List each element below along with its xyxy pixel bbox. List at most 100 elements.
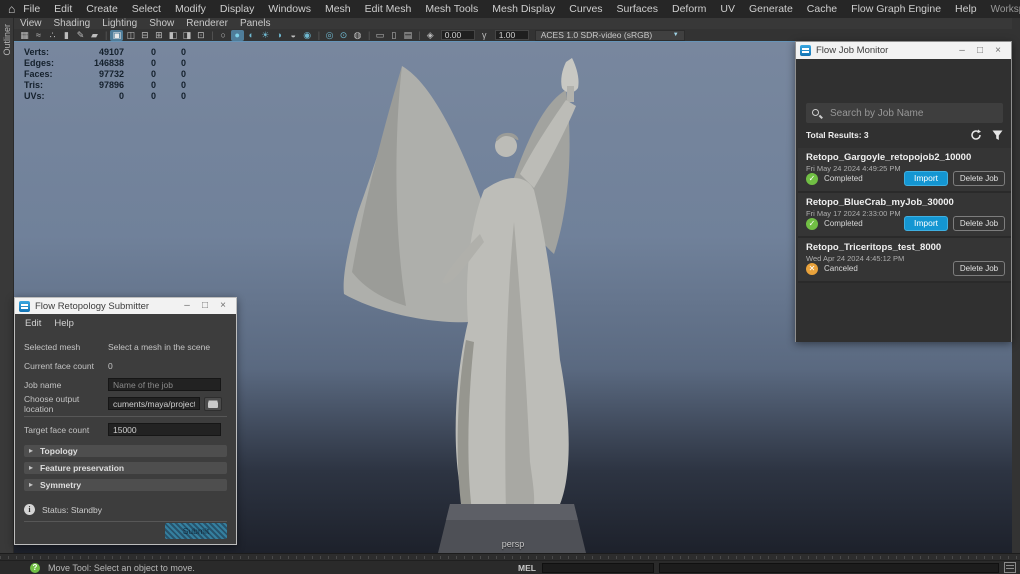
resolution-gate-icon[interactable]: ▯ <box>387 30 400 41</box>
output-location-row: Choose output location <box>15 394 236 413</box>
outliner-pane-icon[interactable]: ◧ <box>166 30 179 41</box>
mel-command-input[interactable] <box>542 563 654 573</box>
close-button[interactable]: × <box>214 298 232 314</box>
exposure-field[interactable] <box>441 30 475 40</box>
menu-edit[interactable]: Edit <box>54 3 72 15</box>
wireframe-display-icon[interactable]: ○ <box>217 30 230 41</box>
panel-menu-panels[interactable]: Panels <box>240 18 271 29</box>
menu-edit-mesh[interactable]: Edit Mesh <box>365 3 412 15</box>
xray-icon[interactable]: ◎ <box>323 30 336 41</box>
home-icon[interactable]: ⌂ <box>8 2 15 16</box>
menu-file[interactable]: File <box>23 3 40 15</box>
menu-cache[interactable]: Cache <box>807 3 837 15</box>
paint-brush-icon[interactable]: ▰ <box>88 30 101 41</box>
make-live-icon[interactable]: ▮ <box>60 30 73 41</box>
target-face-count-input[interactable] <box>108 423 221 436</box>
section-symmetry[interactable]: Symmetry <box>24 479 227 491</box>
hud-value: 0 <box>124 69 156 80</box>
panel-menu-show[interactable]: Show <box>149 18 174 29</box>
info-icon: i <box>24 504 35 515</box>
menu-select[interactable]: Select <box>132 3 161 15</box>
job-card: Retopo_BlueCrab_myJob_30000 Fri May 17 2… <box>798 193 1011 238</box>
gamma-icon[interactable]: γ <box>478 30 491 41</box>
menu-create[interactable]: Create <box>86 3 118 15</box>
panel-menu-view[interactable]: View <box>20 18 42 29</box>
refresh-icon[interactable] <box>970 129 982 141</box>
browse-folder-icon[interactable] <box>204 397 222 411</box>
menu-mesh[interactable]: Mesh <box>325 3 351 15</box>
film-gate-icon[interactable]: ▭ <box>373 30 386 41</box>
panel-menu-renderer[interactable]: Renderer <box>186 18 228 29</box>
xray-joints-icon[interactable]: ⊙ <box>337 30 350 41</box>
single-pane-layout-icon[interactable]: ▣ <box>110 30 123 41</box>
snap-grid-icon[interactable]: ▦ <box>18 30 31 41</box>
panel-menus: View Shading Lighting Show Renderer Panels <box>20 18 283 29</box>
close-button[interactable]: × <box>989 43 1007 59</box>
job-name-input[interactable] <box>108 378 221 391</box>
four-pane-layout-icon[interactable]: ⊞ <box>152 30 165 41</box>
ao-display-icon[interactable]: ◒ <box>287 30 300 41</box>
menu-deform[interactable]: Deform <box>672 3 706 15</box>
uv-editor-pane-icon[interactable]: ⊡ <box>194 30 207 41</box>
job-name: Retopo_Triceritops_test_8000 <box>806 242 1003 253</box>
two-pane-layout-icon[interactable]: ◫ <box>124 30 137 41</box>
delete-job-button[interactable]: Delete Job <box>953 216 1005 231</box>
menu-display[interactable]: Display <box>220 3 254 15</box>
time-slider-strip[interactable] <box>0 553 1020 560</box>
filter-icon[interactable] <box>992 130 1003 141</box>
script-editor-icon[interactable] <box>1004 562 1016 573</box>
hud-row: UVs:000 <box>24 91 186 102</box>
menu-mesh-tools[interactable]: Mesh Tools <box>425 3 478 15</box>
window-controls: – □ × <box>953 43 1007 59</box>
isolate-select-icon[interactable]: ◍ <box>351 30 364 41</box>
menu-windows[interactable]: Windows <box>268 3 311 15</box>
delete-job-button[interactable]: Delete Job <box>953 261 1005 276</box>
job-monitor-titlebar[interactable]: Flow Job Monitor – □ × <box>796 42 1011 59</box>
exposure-icon[interactable]: ◈ <box>424 30 437 41</box>
outliner-collapsed-tab[interactable]: Outliner <box>2 24 12 56</box>
menu-uv[interactable]: UV <box>720 3 735 15</box>
menu-generate[interactable]: Generate <box>749 3 793 15</box>
textured-display-icon[interactable]: ◐ <box>245 30 258 41</box>
submit-button[interactable]: Submit <box>165 523 227 539</box>
section-topology[interactable]: Topology <box>24 445 227 457</box>
submitter-menu-edit[interactable]: Edit <box>25 318 41 329</box>
left-panel-strip: Outliner <box>0 18 14 553</box>
menu-curves[interactable]: Curves <box>569 3 602 15</box>
submitter-menu-help[interactable]: Help <box>54 318 74 329</box>
snap-point-icon[interactable]: ∴ <box>46 30 59 41</box>
job-search-input[interactable] <box>806 103 1003 123</box>
menu-surfaces[interactable]: Surfaces <box>617 3 658 15</box>
output-location-input[interactable] <box>108 397 200 410</box>
main-menus: File Edit Create Select Modify Display Windows… <box>23 3 990 15</box>
antialias-display-icon[interactable]: ◉ <box>301 30 314 41</box>
pencil-icon[interactable]: ✎ <box>74 30 87 41</box>
stacked-pane-layout-icon[interactable]: ⊟ <box>138 30 151 41</box>
gamma-field[interactable] <box>495 30 529 40</box>
hypergraph-pane-icon[interactable]: ◨ <box>180 30 193 41</box>
lights-display-icon[interactable]: ☀ <box>259 30 272 41</box>
submitter-titlebar[interactable]: Flow Retopology Submitter – □ × <box>15 298 236 314</box>
panel-menu-shading[interactable]: Shading <box>54 18 91 29</box>
menu-modify[interactable]: Modify <box>175 3 206 15</box>
maximize-button[interactable]: □ <box>971 43 989 59</box>
view-transform-dropdown[interactable]: ACES 1.0 SDR-video (sRGB) ▼ <box>535 30 685 41</box>
snap-curve-icon[interactable]: ≈ <box>32 30 45 41</box>
mel-result-field[interactable] <box>659 563 999 573</box>
menu-flow-graph-engine[interactable]: Flow Graph Engine <box>851 3 941 15</box>
menu-mesh-display[interactable]: Mesh Display <box>492 3 555 15</box>
menu-help[interactable]: Help <box>955 3 977 15</box>
shadows-display-icon[interactable]: ◑ <box>273 30 286 41</box>
delete-job-button[interactable]: Delete Job <box>953 171 1005 186</box>
gate-mask-icon[interactable]: ▤ <box>401 30 414 41</box>
section-feature-preservation[interactable]: Feature preservation <box>24 462 227 474</box>
maximize-button[interactable]: □ <box>196 298 214 314</box>
panel-menu-lighting[interactable]: Lighting <box>102 18 137 29</box>
import-button[interactable]: Import <box>904 171 948 186</box>
mel-label[interactable]: MEL <box>518 563 536 573</box>
shaded-display-icon[interactable]: ● <box>231 30 244 41</box>
import-button[interactable]: Import <box>904 216 948 231</box>
minimize-button[interactable]: – <box>953 43 971 59</box>
job-name-label: Job name <box>24 380 108 390</box>
minimize-button[interactable]: – <box>178 298 196 314</box>
